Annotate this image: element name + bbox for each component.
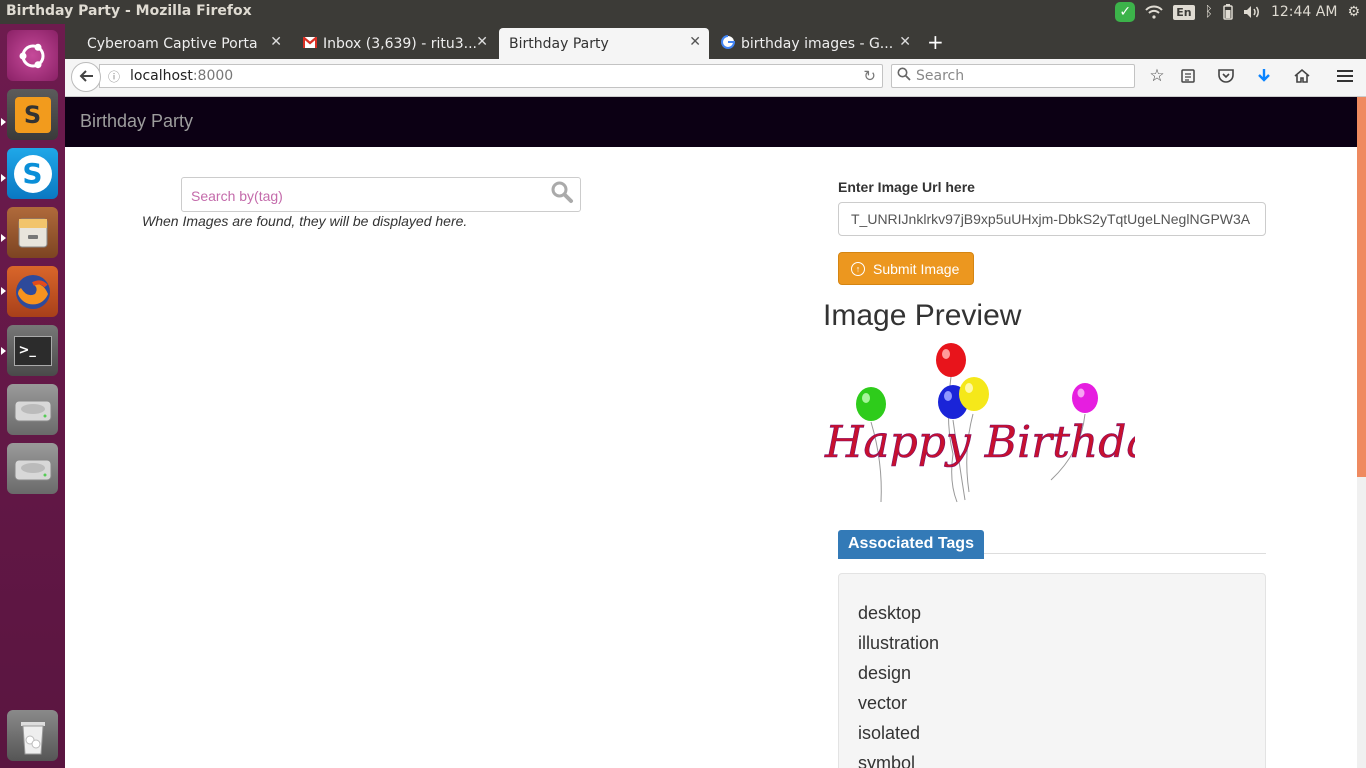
image-url-label: Enter Image Url here xyxy=(838,179,975,195)
ubuntu-dash-button[interactable] xyxy=(7,30,58,81)
url-host: localhost xyxy=(130,68,193,84)
associated-tags-header: Associated Tags xyxy=(838,530,1266,559)
pocket-icon[interactable] xyxy=(1215,65,1237,87)
clock[interactable]: 12:44 AM xyxy=(1271,4,1337,20)
tag-item: design xyxy=(858,663,912,683)
hard-drive-icon xyxy=(13,395,53,425)
hard-drive-icon xyxy=(13,454,53,484)
web-content: Birthday Party Search by(tag) When Image… xyxy=(65,97,1357,768)
tab-label: Birthday Party xyxy=(509,35,609,52)
tag-item: desktop xyxy=(858,603,922,623)
terminal-launcher[interactable]: >_ xyxy=(7,325,58,376)
close-tab-icon[interactable]: ✕ xyxy=(476,34,488,50)
tag-search-placeholder: Search by(tag) xyxy=(191,188,283,204)
close-tab-icon[interactable]: ✕ xyxy=(270,34,282,50)
upload-circle-icon: ↑ xyxy=(851,261,865,276)
launcher: S S >_ xyxy=(0,24,65,768)
tab-cyberoam[interactable]: Cyberoam Captive Portal ✕ xyxy=(77,28,290,59)
tab-birthday-party[interactable]: Birthday Party ✕ xyxy=(499,28,709,59)
sublime-text-launcher[interactable]: S xyxy=(7,89,58,140)
downloads-icon[interactable] xyxy=(1253,65,1275,87)
back-button[interactable] xyxy=(71,62,101,92)
tag-search-input[interactable]: Search by(tag) xyxy=(181,177,581,212)
gmail-icon xyxy=(302,35,318,52)
tab-label: Inbox (3,639) - ritu3... xyxy=(323,35,477,52)
ubuntu-logo-icon xyxy=(16,39,50,73)
running-indicator xyxy=(1,118,6,126)
skype-launcher[interactable]: S xyxy=(7,148,58,199)
submit-image-button[interactable]: ↑ Submit Image xyxy=(838,252,974,285)
running-indicator xyxy=(1,287,6,295)
settings-gear-icon[interactable]: ⚙ xyxy=(1347,4,1360,20)
tags-panel: desktop illustration design vector isola… xyxy=(838,573,1266,768)
trash-launcher[interactable] xyxy=(7,710,58,761)
tab-label: Cyberoam Captive Portal xyxy=(87,35,257,52)
nav-bar: ⓘ localhost:8000 ↻ Search ☆ xyxy=(65,59,1366,97)
arrow-left-icon xyxy=(78,68,94,87)
search-results-hint: When Images are found, they will be disp… xyxy=(142,213,468,229)
submit-image-label: Submit Image xyxy=(873,260,960,277)
page-scrollbar[interactable] xyxy=(1357,97,1366,768)
firefox-launcher[interactable] xyxy=(7,266,58,317)
url-bar[interactable]: ⓘ localhost:8000 ↻ xyxy=(99,64,883,88)
top-panel: Birthday Party - Mozilla Firefox ✓ En ᛒ … xyxy=(0,0,1366,24)
tag-item: illustration xyxy=(858,633,940,653)
wifi-icon[interactable] xyxy=(1145,5,1163,19)
tab-inbox[interactable]: Inbox (3,639) - ritu3... ✕ xyxy=(293,28,496,59)
tag-item: symbol xyxy=(858,753,916,768)
search-placeholder: Search xyxy=(916,68,965,84)
files-launcher[interactable] xyxy=(7,207,58,258)
running-indicator xyxy=(1,347,6,355)
disk-launcher-1[interactable] xyxy=(7,384,58,435)
image-url-input[interactable]: T_UNRIJnklrkv97jB9xp5uUHxjm-DbkS2yTqtUge… xyxy=(838,202,1266,236)
site-info-icon[interactable]: ⓘ xyxy=(108,68,120,85)
associated-tags-badge: Associated Tags xyxy=(838,530,984,559)
file-cabinet-icon xyxy=(15,215,51,251)
tag-item: isolated xyxy=(858,723,921,743)
close-tab-icon[interactable]: ✕ xyxy=(689,34,701,50)
tag-item: vector xyxy=(858,693,908,713)
happy-birthday-text: Happy Birthday xyxy=(824,417,1135,468)
window-title: Birthday Party - Mozilla Firefox xyxy=(6,3,252,19)
scrollbar-thumb[interactable] xyxy=(1357,97,1366,477)
url-port: :8000 xyxy=(192,68,234,84)
tab-label: birthday images - G... xyxy=(741,35,894,52)
tab-strip: Cyberoam Captive Portal ✕ Inbox (3,639) … xyxy=(65,24,1366,59)
google-icon xyxy=(721,34,736,53)
image-preview-title: Image Preview xyxy=(823,299,1022,332)
new-tab-button[interactable]: + xyxy=(927,30,944,54)
system-tray: ✓ En ᛒ 12:44 AM ⚙ xyxy=(1115,2,1360,22)
disk-launcher-2[interactable] xyxy=(7,443,58,494)
sublime-text-icon: S xyxy=(14,96,51,133)
skype-icon: S xyxy=(13,154,52,193)
volume-icon[interactable] xyxy=(1243,5,1261,19)
tab-birthday-images[interactable]: birthday images - G... ✕ xyxy=(711,28,919,59)
battery-icon[interactable] xyxy=(1223,4,1233,20)
running-indicator xyxy=(1,174,6,182)
happy-birthday-balloons-image: Happy Birthday xyxy=(823,342,1179,507)
firefox-icon xyxy=(13,272,53,312)
site-navbar: Birthday Party xyxy=(65,97,1357,147)
search-icon[interactable] xyxy=(550,180,574,208)
url-text[interactable]: localhost:8000 xyxy=(130,68,233,84)
trash-icon xyxy=(17,716,49,756)
home-icon[interactable] xyxy=(1291,65,1313,87)
close-tab-icon[interactable]: ✕ xyxy=(899,34,911,50)
update-check-icon[interactable]: ✓ xyxy=(1115,2,1136,22)
reading-list-icon[interactable] xyxy=(1177,65,1199,87)
site-brand[interactable]: Birthday Party xyxy=(80,111,193,132)
running-indicator xyxy=(1,234,6,242)
keyboard-layout-indicator[interactable]: En xyxy=(1173,4,1195,20)
browser-search-bar[interactable]: Search xyxy=(891,64,1135,88)
reload-icon[interactable]: ↻ xyxy=(863,67,876,85)
menu-hamburger-icon[interactable] xyxy=(1334,65,1356,87)
tags-list: desktop illustration design vector isola… xyxy=(858,600,939,768)
search-icon xyxy=(897,67,911,85)
bluetooth-icon[interactable]: ᛒ xyxy=(1205,4,1213,20)
bookmark-star-icon[interactable]: ☆ xyxy=(1146,65,1168,87)
terminal-icon: >_ xyxy=(13,335,52,366)
